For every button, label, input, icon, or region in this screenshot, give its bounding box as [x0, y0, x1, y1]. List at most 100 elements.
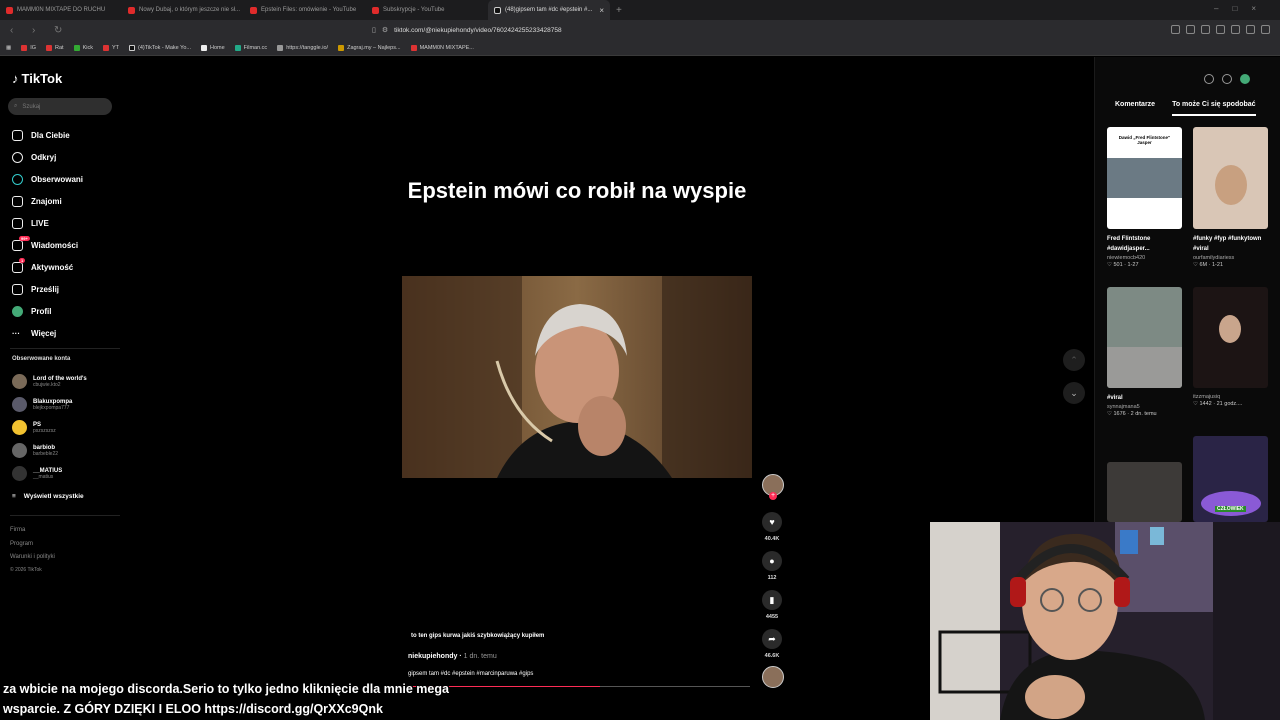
- chevron-up-icon: ⌃: [1070, 354, 1078, 365]
- video-author[interactable]: niekupiehondy · 1 dn. temu: [408, 653, 497, 660]
- menu-item-explore[interactable]: Odkryj: [12, 146, 83, 168]
- recommended-thumbnail[interactable]: CZŁOWIEK: [1193, 436, 1268, 522]
- profile-avatar-icon[interactable]: [1240, 74, 1250, 84]
- back-icon[interactable]: ‹: [10, 25, 22, 36]
- save-count: 4455: [765, 614, 779, 620]
- recommended-thumbnail[interactable]: [1193, 287, 1268, 388]
- bookmark[interactable]: https://tanggle.io/: [277, 44, 328, 51]
- account-item[interactable]: Blakuxpompa blejkxpompa777: [12, 397, 72, 412]
- bookmarks-bar: ▦ IG Rat Kick YT (4)TikTok - Make Yo... …: [0, 40, 1280, 56]
- avatar: [12, 374, 27, 389]
- forward-icon[interactable]: ›: [32, 25, 44, 36]
- like-button[interactable]: ♥ 40.4K: [760, 512, 784, 542]
- menu-item-activity[interactable]: 1 Aktywność: [12, 256, 83, 278]
- menu-item-following[interactable]: Obserwowani: [12, 168, 83, 190]
- menu-item-more[interactable]: ··· Więcej: [12, 322, 83, 344]
- home-icon: [12, 129, 23, 141]
- window-controls[interactable]: –□×: [1214, 4, 1270, 13]
- thumbnail-image: [1107, 158, 1182, 198]
- bookmark[interactable]: Kick: [73, 44, 93, 51]
- extension-icons[interactable]: [1171, 25, 1270, 34]
- bookmark[interactable]: MAMM0N MIXTAPE...: [410, 44, 474, 51]
- bookmark[interactable]: IG: [21, 44, 36, 51]
- search-icon: ⌕: [14, 103, 18, 109]
- compass-icon: [12, 151, 23, 163]
- tab-comments[interactable]: Komentarze: [1115, 101, 1155, 116]
- copyright: © 2026 TikTok: [10, 566, 42, 573]
- menu-item-messages[interactable]: 99+ Wiadomości: [12, 234, 83, 256]
- share-icon: ➦: [762, 629, 782, 649]
- next-video-button[interactable]: ⌄: [1063, 382, 1085, 404]
- account-item[interactable]: PS pszszszsz: [12, 420, 56, 435]
- recommended-thumbnail[interactable]: Dawid „Fred Flintstone" Jasper: [1107, 127, 1182, 229]
- search-input[interactable]: ⌕ Szukaj: [8, 98, 112, 115]
- bookmark[interactable]: Filman.cc: [234, 44, 267, 51]
- browser-tab-active[interactable]: (48)gipsem tam #dc #epstein #... ×: [488, 0, 610, 20]
- share-button[interactable]: ➦ 46.6K: [760, 629, 784, 659]
- activity-badge: 1: [19, 258, 26, 263]
- recommended-thumbnail[interactable]: [1107, 287, 1182, 388]
- device-icon[interactable]: [1222, 74, 1232, 84]
- comment-count: 112: [767, 575, 777, 581]
- footer-link[interactable]: Warunki i polityki: [10, 551, 55, 565]
- browser-tab[interactable]: Subskrypcje - YouTube: [366, 0, 488, 20]
- youtube-icon: [250, 6, 257, 14]
- menu-item-friends[interactable]: Znajomi: [12, 190, 83, 212]
- url-text[interactable]: tiktok.com/@niekupiehondy/video/76024242…: [394, 27, 561, 34]
- footer-link[interactable]: Firma: [10, 524, 55, 538]
- browser-tab[interactable]: Nowy Dubaj, o którym jeszcze nie sł...: [122, 0, 244, 20]
- video-frame: [402, 276, 752, 478]
- follow-plus-icon[interactable]: +: [769, 492, 777, 500]
- apps-icon[interactable]: ▦: [6, 45, 11, 51]
- browser-tab[interactable]: Epstein Files: omówienie - YouTube: [244, 0, 366, 20]
- avatar: [12, 420, 27, 435]
- menu-item-upload[interactable]: Prześlij: [12, 278, 83, 300]
- list-icon: ≡: [12, 493, 16, 500]
- previous-video-button[interactable]: ⌃: [1063, 349, 1085, 371]
- show-all-button[interactable]: ≡ Wyświetl wszystkie: [12, 493, 84, 500]
- messages-badge: 99+: [19, 236, 30, 241]
- menu-item-live[interactable]: LIVE: [12, 212, 83, 234]
- settings-icon[interactable]: [1204, 74, 1214, 84]
- tab-recommended[interactable]: To może Ci się spodobać: [1172, 101, 1256, 116]
- bookmark[interactable]: YT: [102, 44, 119, 51]
- account-item[interactable]: __MATIUS __matius: [12, 466, 62, 481]
- more-icon: ···: [12, 328, 20, 338]
- avatar: [12, 466, 27, 481]
- close-tab-icon[interactable]: ×: [599, 6, 604, 15]
- bookmark[interactable]: Zagraj.my – Najleps...: [338, 44, 401, 51]
- thumbnail-image: [1215, 165, 1247, 205]
- share-count: 46.6K: [764, 653, 780, 659]
- divider: [10, 515, 120, 516]
- streamer-webcam: [930, 522, 1280, 720]
- avatar: [12, 443, 27, 458]
- recommended-item-info[interactable]: Fred Flintstone #dawidjasper... niewiemoc…: [1107, 234, 1183, 268]
- main-menu: Dla Ciebie Odkryj Obserwowani Znajomi LI…: [12, 124, 83, 344]
- menu-item-profile[interactable]: Profil: [12, 300, 83, 322]
- account-item[interactable]: Lord of the world's cbujwie.kto2: [12, 374, 87, 389]
- bookmark[interactable]: Home: [200, 44, 225, 51]
- recommended-thumbnail[interactable]: [1107, 462, 1182, 522]
- site-settings-icon[interactable]: ⚙: [382, 26, 388, 34]
- recommended-item-info[interactable]: itzzmajusiq ♡ 1442 · 21 godz....: [1193, 393, 1269, 407]
- recommended-item-info[interactable]: #viral synnajmana5 ♡ 1676 · 2 dn. temu: [1107, 393, 1183, 417]
- save-button[interactable]: ▮ 4455: [760, 590, 784, 620]
- browser-tab[interactable]: MAMM0N MIXTAPE DO RUCHU: [0, 0, 122, 20]
- recommended-item-info[interactable]: #funky #fyp #funkytown #viral ourfamilydi…: [1193, 234, 1269, 268]
- url-field[interactable]: ▯ ⚙ tiktok.com/@niekupiehondy/video/7602…: [372, 23, 912, 37]
- activity-icon: [12, 261, 23, 273]
- comment-button[interactable]: ● 112: [760, 551, 784, 581]
- recommended-thumbnail[interactable]: [1193, 127, 1268, 229]
- account-item[interactable]: barbiob barbeble22: [12, 443, 58, 458]
- reload-icon[interactable]: ↻: [54, 25, 66, 36]
- new-tab-icon[interactable]: +: [616, 5, 622, 16]
- tiktok-logo[interactable]: ♪ TikTok: [12, 71, 62, 86]
- sound-disc-icon[interactable]: [762, 666, 784, 688]
- bookmark[interactable]: (4)TikTok - Make Yo...: [129, 44, 191, 51]
- bookmark-icon[interactable]: ▯: [372, 26, 376, 34]
- footer-link[interactable]: Program: [10, 538, 55, 552]
- menu-item-for-you[interactable]: Dla Ciebie: [12, 124, 83, 146]
- bookmark[interactable]: Rat: [46, 44, 64, 51]
- video-player[interactable]: [402, 276, 752, 478]
- video-description[interactable]: gipsem tam #dc #epstein #marcinparuwa #g…: [408, 671, 533, 677]
